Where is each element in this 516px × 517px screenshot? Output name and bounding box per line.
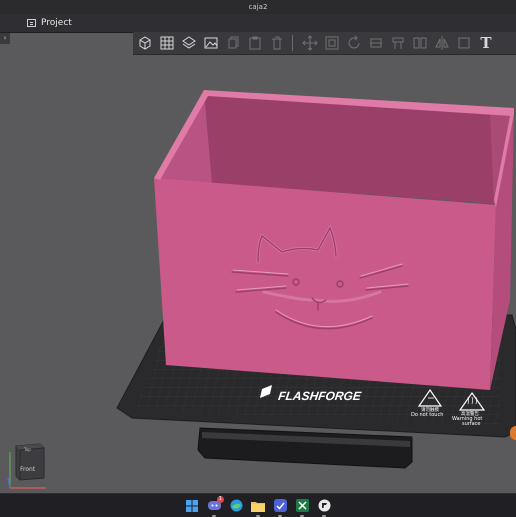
menu-bar: Project bbox=[0, 14, 516, 33]
warning-left-text: Do not touch bbox=[411, 412, 443, 418]
flashforge-icon bbox=[318, 499, 330, 512]
view-cube-front-label[interactable]: Front bbox=[20, 466, 35, 473]
cube-add-icon bbox=[139, 36, 151, 50]
box-model bbox=[154, 90, 514, 390]
copy-icon bbox=[228, 36, 239, 49]
move-button[interactable] bbox=[300, 34, 320, 52]
arrange-grid-button[interactable] bbox=[157, 34, 177, 52]
vpn-button[interactable] bbox=[273, 499, 287, 517]
hollow-icon bbox=[458, 37, 470, 49]
view-cube-icon[interactable] bbox=[6, 438, 50, 490]
scroll-indicator[interactable] bbox=[510, 426, 516, 440]
edge-button[interactable] bbox=[229, 499, 243, 513]
toolbar-separator bbox=[292, 35, 293, 51]
mirror-icon bbox=[435, 36, 449, 50]
project-icon bbox=[27, 19, 36, 27]
split-icon bbox=[413, 37, 427, 49]
discord-badge: 1 bbox=[217, 495, 224, 503]
image-button[interactable] bbox=[201, 34, 221, 52]
rotate-button[interactable] bbox=[344, 34, 364, 52]
add-object-button[interactable] bbox=[135, 34, 155, 52]
cut-button[interactable] bbox=[366, 34, 386, 52]
edge-icon bbox=[230, 499, 242, 512]
sidebar-toggle-icon[interactable]: › bbox=[0, 33, 10, 44]
view-cube[interactable]: Top Front bbox=[6, 438, 50, 490]
paste-icon bbox=[249, 36, 261, 50]
split-button[interactable] bbox=[410, 34, 430, 52]
window-title-bar: caja2 bbox=[0, 0, 516, 14]
flashforge-button[interactable] bbox=[317, 499, 331, 517]
hollow-button[interactable] bbox=[454, 34, 474, 52]
move-icon bbox=[302, 35, 318, 51]
folder-icon bbox=[251, 501, 265, 512]
rotate-icon bbox=[348, 35, 360, 49]
grid-icon bbox=[160, 36, 174, 50]
main-toolbar: T bbox=[133, 32, 516, 55]
layers-button[interactable] bbox=[179, 34, 199, 52]
mirror-button[interactable] bbox=[432, 34, 452, 52]
3d-viewport[interactable]: FLASHFORGE 请勿触摸 Do not touch 高温警告 Warnin… bbox=[0, 55, 516, 493]
discord-button[interactable]: 1 bbox=[207, 495, 224, 517]
text-icon: T bbox=[480, 34, 492, 52]
image-icon bbox=[204, 37, 218, 49]
view-cube-top-label[interactable]: Top bbox=[24, 447, 31, 452]
window-title: caja2 bbox=[248, 3, 268, 11]
plate-brand: FLASHFORGE bbox=[277, 389, 362, 403]
project-label: Project bbox=[41, 18, 72, 28]
delete-button[interactable] bbox=[267, 34, 287, 52]
scale-button[interactable] bbox=[322, 34, 342, 52]
start-button[interactable] bbox=[185, 499, 199, 513]
scale-icon bbox=[325, 36, 339, 50]
svg-text:surface: surface bbox=[462, 421, 480, 427]
support-button[interactable] bbox=[388, 34, 408, 52]
text-tool-button[interactable]: T bbox=[476, 34, 496, 52]
trash-icon bbox=[272, 36, 282, 50]
project-menu[interactable]: Project bbox=[27, 16, 72, 30]
excel-icon bbox=[295, 499, 309, 512]
cut-icon bbox=[370, 38, 382, 48]
scene[interactable]: FLASHFORGE 请勿触摸 Do not touch 高温警告 Warnin… bbox=[0, 55, 516, 493]
layers-icon bbox=[182, 36, 196, 49]
taskbar: 1 bbox=[0, 493, 516, 517]
excel-button[interactable] bbox=[295, 499, 309, 517]
copy-button[interactable] bbox=[223, 34, 243, 52]
file-explorer-button[interactable] bbox=[251, 499, 265, 517]
paste-button[interactable] bbox=[245, 34, 265, 52]
windows-icon bbox=[186, 499, 198, 512]
support-icon bbox=[392, 37, 404, 49]
vpn-icon bbox=[273, 499, 287, 512]
